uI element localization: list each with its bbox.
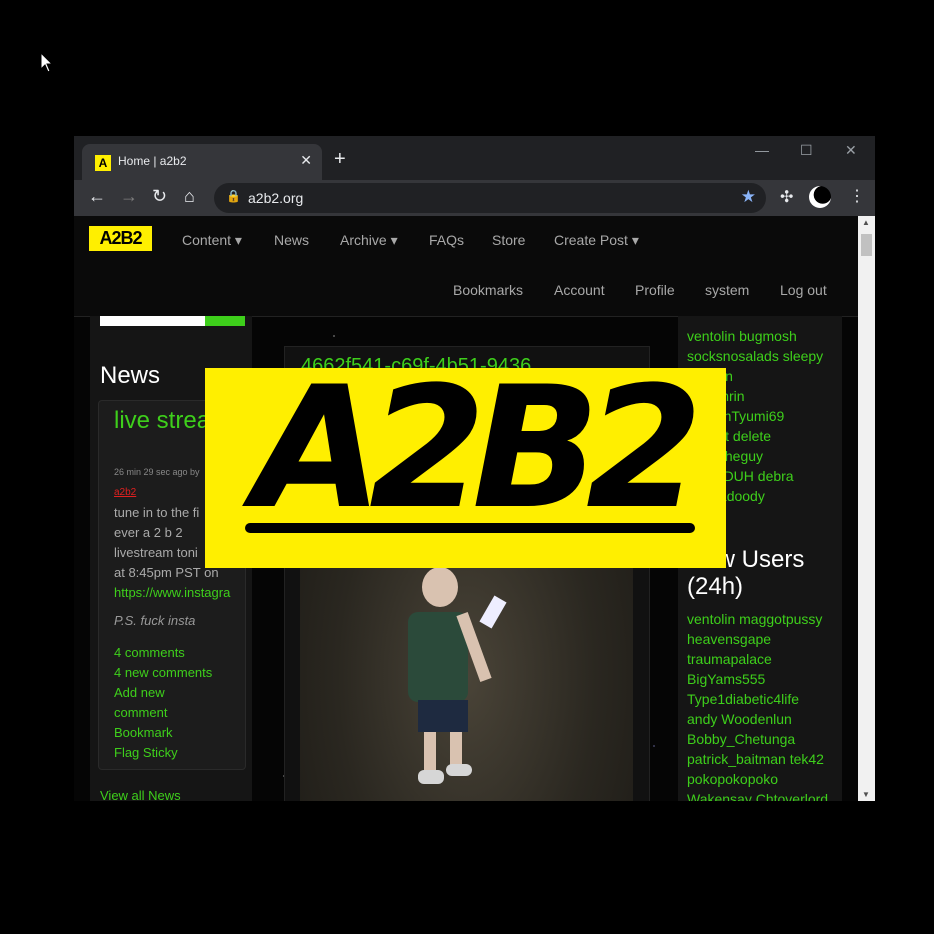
news-heading: News [100,362,161,389]
user-link[interactable]: ventolin bugmosh [687,326,837,346]
user-link[interactable]: Wakensay Chtoverlord [687,789,837,801]
news-actions: 4 comments 4 new comments Add new commen… [114,643,212,763]
menu-icon[interactable]: ⋮ [849,186,865,206]
forward-icon[interactable]: → [120,186,138,207]
nav-archive[interactable]: Archive ▾ [340,232,398,249]
nav-bookmarks[interactable]: Bookmarks [453,282,523,298]
nav-logout[interactable]: Log out [780,282,827,298]
url-text: a2b2.org [248,190,304,206]
news-item-author[interactable]: a2b2 [114,487,136,498]
bookmark-link[interactable]: Bookmark [114,723,212,743]
lock-icon: 🔒 [226,189,241,203]
nav-news[interactable]: News [274,232,309,248]
minimize-icon[interactable]: — [755,142,769,158]
add-comment-link-cont[interactable]: comment [114,703,212,723]
nav-content[interactable]: Content ▾ [182,232,242,249]
new-users-list: ventolin maggotpussy heavensgape traumap… [687,609,837,801]
user-link[interactable]: socksnosalads sleepy [687,346,837,366]
nav-faqs[interactable]: FAQs [429,232,464,248]
address-bar[interactable]: 🔒 a2b2.org ★ [214,183,766,213]
a2b2-logo-overlay: A2B2 [205,368,726,568]
photo-person-shoe [418,770,444,784]
photo-person-head [422,567,458,607]
user-link[interactable]: traumapalace [687,649,837,669]
nav-account[interactable]: Account [554,282,605,298]
favicon-icon: A [95,155,111,171]
logo-text: A2B2 [253,368,703,546]
new-comments-link[interactable]: 4 new comments [114,663,212,683]
search-button[interactable] [205,316,245,326]
scroll-down-icon[interactable]: ▼ [862,790,870,799]
user-link[interactable]: pokopokopoko [687,769,837,789]
photo-person-shoe [446,764,472,776]
tab-close-icon[interactable]: ✕ [300,152,312,169]
extensions-icon[interactable]: ✣ [780,187,793,207]
reload-icon[interactable]: ↻ [152,186,167,207]
profile-avatar[interactable] [809,186,831,208]
user-link[interactable]: BigYams555 [687,669,837,689]
user-link[interactable]: andy Woodenlun [687,709,837,729]
user-link[interactable]: patrick_baitman tek42 [687,749,837,769]
add-comment-link[interactable]: Add new [114,683,212,703]
news-item-ps: P.S. fuck insta [114,613,196,628]
logo-underline [245,523,695,533]
nav-create-post[interactable]: Create Post ▾ [554,232,639,249]
site-navbar: A2B2 Content ▾ News Archive ▾ FAQs Store… [74,216,858,317]
maximize-icon[interactable]: ☐ [800,142,813,159]
site-logo[interactable]: A2B2 [89,226,152,251]
news-item-link[interactable]: https://www.instagra [114,583,245,603]
vertical-scrollbar[interactable]: ▲ ▼ [858,216,875,801]
photo-person-leg [424,732,436,772]
tab-strip: A Home | a2b2 ✕ + — ☐ ✕ [74,136,875,180]
photo-bottle [479,595,507,629]
user-link[interactable]: ventolin maggotpussy [687,609,837,629]
back-icon[interactable]: ← [88,186,106,207]
view-all-news-link[interactable]: View all News [100,788,181,801]
browser-tab[interactable]: A Home | a2b2 ✕ [82,144,322,180]
scroll-thumb[interactable] [861,234,872,256]
new-tab-button[interactable]: + [334,149,346,169]
window-close-icon[interactable]: ✕ [845,142,857,159]
nav-system[interactable]: system [705,282,749,298]
user-link[interactable]: Type1diabetic4life [687,689,837,709]
nav-profile[interactable]: Profile [635,282,675,298]
bookmark-star-icon[interactable]: ★ [741,187,756,207]
scroll-up-icon[interactable]: ▲ [862,218,870,227]
flag-sticky-link[interactable]: Flag Sticky [114,743,212,763]
home-icon[interactable]: ⌂ [184,186,195,207]
mouse-cursor-icon [40,52,54,73]
user-link[interactable]: Bobby_Chetunga [687,729,837,749]
nav-store[interactable]: Store [492,232,525,248]
user-link[interactable]: heavensgape [687,629,837,649]
tab-title: Home | a2b2 [118,154,187,168]
photo-person-shorts [418,700,468,732]
search-input[interactable] [100,316,205,326]
comments-link[interactable]: 4 comments [114,643,212,663]
news-item-meta: 26 min 29 sec ago by [114,467,200,477]
browser-toolbar: ← → ↻ ⌂ 🔒 a2b2.org ★ ✣ ⋮ [74,180,875,216]
